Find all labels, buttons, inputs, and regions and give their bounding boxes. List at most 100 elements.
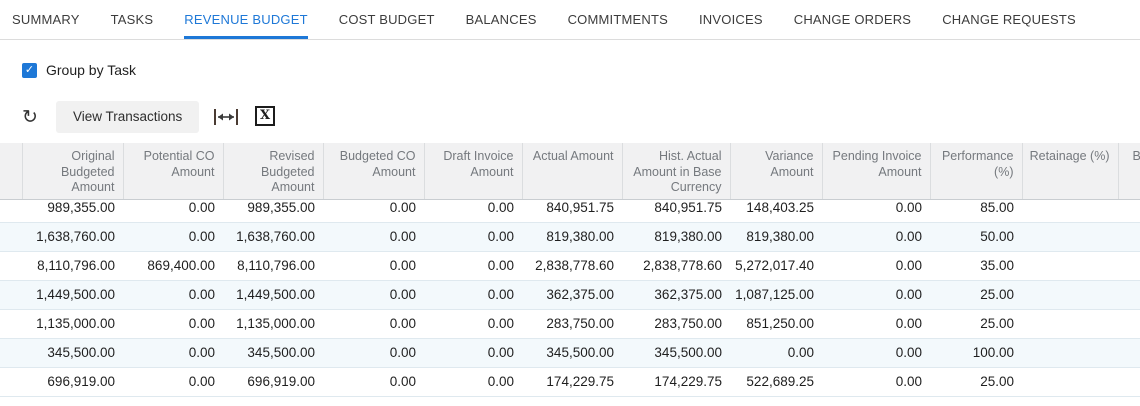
table-cell: 696,919.00 <box>47 374 115 389</box>
export-excel-icon-box: X <box>255 106 275 126</box>
table-cell: 174,229.75 <box>654 374 722 389</box>
export-excel-icon[interactable]: X <box>255 106 275 126</box>
table-cell: 85.00 <box>980 200 1014 215</box>
table-cell: 819,380.00 <box>746 229 814 244</box>
table-row[interactable]: 345,500.00 0.00 345,500.00 0.00 0.00 345,500.… <box>0 338 1140 367</box>
table-cell: 0.00 <box>895 200 922 215</box>
tab-summary[interactable]: SUMMARY <box>12 12 80 39</box>
table-cell: 819,380.00 <box>546 229 614 244</box>
tab-commitments[interactable]: COMMITMENTS <box>568 12 668 39</box>
fit-columns-icon[interactable] <box>213 107 239 127</box>
column-header-original-budgeted-amount[interactable]: Original Budgeted Amount <box>22 143 124 199</box>
grid-body-table: 989,355.00 0.00 989,355.00 0.00 0.00 840,951.… <box>0 200 1140 397</box>
table-cell: 0.00 <box>389 345 416 360</box>
table-cell: 819,380.00 <box>654 229 722 244</box>
tab-change-orders[interactable]: CHANGE ORDERS <box>794 12 911 39</box>
table-row[interactable]: 1,135,000.00 0.00 1,135,000.00 0.00 0.00 283,… <box>0 309 1140 338</box>
checkmark-icon: ✓ <box>24 63 35 76</box>
table-cell: 0.00 <box>487 258 514 273</box>
view-transactions-button[interactable]: View Transactions <box>56 101 200 133</box>
table-row[interactable]: 1,638,760.00 0.00 1,638,760.00 0.00 0.00 819,… <box>0 222 1140 251</box>
refresh-icon[interactable]: ↻ <box>19 106 41 128</box>
group-by-task-control: ✓ Group by Task <box>22 62 136 78</box>
column-header-b[interactable]: B <box>1118 143 1140 199</box>
grid-body[interactable]: 989,355.00 0.00 989,355.00 0.00 0.00 840,951.… <box>0 200 1140 406</box>
table-cell: 0.00 <box>389 374 416 389</box>
table-cell: 362,375.00 <box>546 287 614 302</box>
table-cell: 50.00 <box>980 229 1014 244</box>
row-leading-cell <box>0 280 22 309</box>
table-cell: 0.00 <box>895 345 922 360</box>
table-cell: 0.00 <box>389 200 416 215</box>
table-cell: 1,449,500.00 <box>236 287 315 302</box>
table-cell: 0.00 <box>389 258 416 273</box>
table-cell: 0.00 <box>487 287 514 302</box>
column-header-pending-invoice-amount[interactable]: Pending Invoice Amount <box>822 143 931 199</box>
table-cell: 0.00 <box>487 200 514 215</box>
table-row[interactable]: 696,919.00 0.00 696,919.00 0.00 0.00 174,229.… <box>0 367 1140 396</box>
table-cell: 25.00 <box>980 287 1014 302</box>
column-header-revised-budgeted-amount[interactable]: Revised Budgeted Amount <box>223 143 324 199</box>
table-cell: 0.00 <box>895 258 922 273</box>
header-row: Original Budgeted Amount Potential CO Amo… <box>0 143 1140 199</box>
group-by-task-label: Group by Task <box>46 62 137 78</box>
column-header-actual-amount[interactable]: Actual Amount <box>522 143 623 199</box>
column-header-draft-invoice-amount[interactable]: Draft Invoice Amount <box>424 143 523 199</box>
table-cell <box>1118 309 1140 338</box>
column-header-variance-amount[interactable]: Variance Amount <box>730 143 823 199</box>
table-cell: 522,689.25 <box>746 374 814 389</box>
table-cell: 25.00 <box>980 374 1014 389</box>
table-cell: 840,951.75 <box>546 200 614 215</box>
table-cell: 1,638,760.00 <box>36 229 115 244</box>
table-cell: 0.00 <box>389 316 416 331</box>
table-cell: 25.00 <box>980 316 1014 331</box>
group-by-task-checkbox[interactable]: ✓ <box>22 62 37 78</box>
table-cell: 8,110,796.00 <box>237 258 315 273</box>
table-cell: 989,355.00 <box>47 200 115 215</box>
table-cell: 362,375.00 <box>654 287 722 302</box>
table-row[interactable]: 989,355.00 0.00 989,355.00 0.00 0.00 840,951.… <box>0 200 1140 222</box>
table-cell: 0.00 <box>895 229 922 244</box>
table-cell <box>1022 309 1118 338</box>
toolbar: ↻ View Transactions X <box>0 100 1140 136</box>
column-header-performance[interactable]: Performance (%) <box>930 143 1023 199</box>
table-cell: 5,272,017.40 <box>735 258 814 273</box>
table-cell <box>1022 280 1118 309</box>
table-cell <box>1022 200 1118 222</box>
table-row[interactable]: 8,110,796.00 869,400.00 8,110,796.00 0.00 0.… <box>0 251 1140 280</box>
tab-revenue-budget[interactable]: REVENUE BUDGET <box>184 12 308 39</box>
column-header-budgeted-co-amount[interactable]: Budgeted CO Amount <box>323 143 425 199</box>
table-cell: 283,750.00 <box>546 316 614 331</box>
column-header-hist-actual-amount-in-base-currency[interactable]: Hist. Actual Amount in Base Currency <box>622 143 731 199</box>
table-cell: 100.00 <box>972 345 1014 360</box>
table-cell <box>1022 338 1118 367</box>
row-leading-cell <box>0 251 22 280</box>
table-row[interactable]: 1,449,500.00 0.00 1,449,500.00 0.00 0.00 362,… <box>0 280 1140 309</box>
table-cell <box>1118 338 1140 367</box>
table-cell: 174,229.75 <box>546 374 614 389</box>
table-cell <box>1022 222 1118 251</box>
row-leading-cell <box>0 309 22 338</box>
tab-bar: SUMMARY TASKS REVENUE BUDGET COST BUDGET BAL… <box>0 0 1140 40</box>
table-cell: 840,951.75 <box>654 200 722 215</box>
column-header-potential-co-amount[interactable]: Potential CO Amount <box>123 143 224 199</box>
table-cell: 1,135,000.00 <box>36 316 115 331</box>
table-cell: 0.00 <box>188 229 215 244</box>
tab-balances[interactable]: BALANCES <box>466 12 537 39</box>
table-cell: 345,500.00 <box>247 345 315 360</box>
row-leading-cell <box>0 222 22 251</box>
table-cell: 1,135,000.00 <box>236 316 315 331</box>
table-cell <box>1118 280 1140 309</box>
tab-tasks[interactable]: TASKS <box>111 12 154 39</box>
table-cell: 0.00 <box>188 374 215 389</box>
column-header-retainage[interactable]: Retainage (%) <box>1022 143 1119 199</box>
table-cell: 1,087,125.00 <box>735 287 814 302</box>
tab-change-requests[interactable]: CHANGE REQUESTS <box>942 12 1076 39</box>
table-cell: 0.00 <box>188 287 215 302</box>
tab-invoices[interactable]: INVOICES <box>699 12 763 39</box>
table-cell: 345,500.00 <box>47 345 115 360</box>
table-cell: 283,750.00 <box>654 316 722 331</box>
grid-header-table: Original Budgeted Amount Potential CO Amo… <box>0 143 1140 199</box>
tab-cost-budget[interactable]: COST BUDGET <box>339 12 435 39</box>
table-cell <box>1022 367 1118 396</box>
